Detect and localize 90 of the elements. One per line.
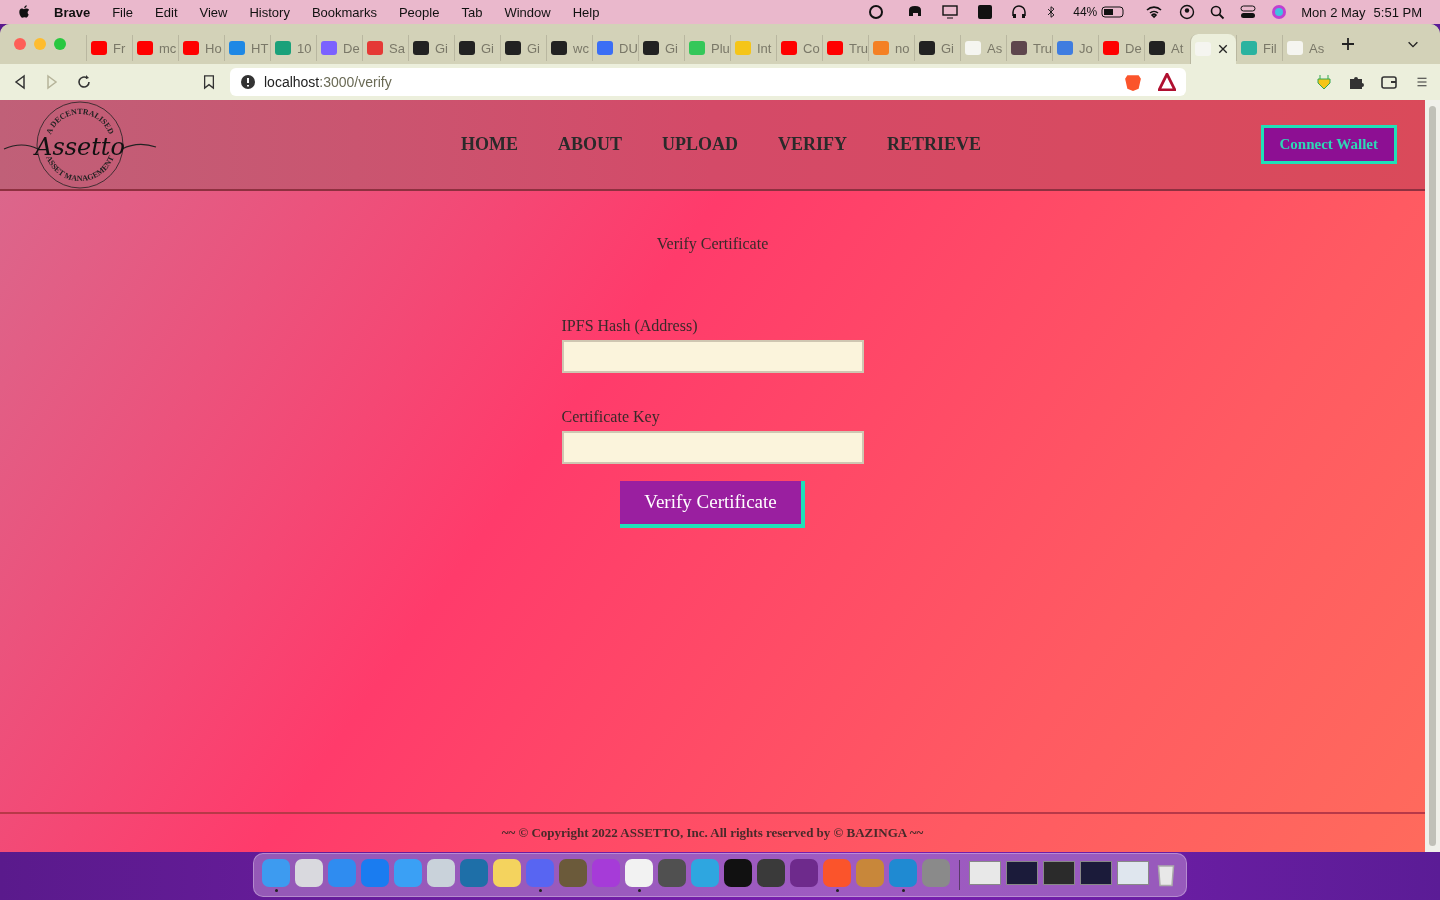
browser-tab[interactable]: Ho [178, 35, 224, 61]
browser-tab[interactable]: Tru [1006, 35, 1052, 61]
nav-link[interactable]: ABOUT [558, 134, 622, 155]
triangle-icon [1158, 73, 1176, 91]
control-center-icon [1239, 4, 1258, 20]
wallet-icon [1380, 74, 1398, 90]
connect-wallet-button[interactable]: Connect Wallet [1260, 125, 1397, 164]
browser-tab[interactable]: De [316, 35, 362, 61]
menu-item[interactable]: View [199, 4, 228, 20]
forward-icon [44, 74, 60, 90]
siri-icon [1271, 4, 1288, 20]
browser-tab[interactable]: Gi [914, 35, 960, 61]
nav-link[interactable]: VERIFY [778, 134, 848, 155]
puzzle-icon [1348, 74, 1364, 90]
browser-tab[interactable]: Fil [1236, 35, 1282, 61]
menu-bar-date: Mon 2 May [1301, 4, 1366, 20]
copyright-text: ~~ © Copyright 2022 ASSETTO, Inc. All rights reserved by © BAZINGA ~~ [501, 825, 924, 841]
browser-tab[interactable]: At [1144, 35, 1190, 61]
window-thumbnail[interactable] [1043, 860, 1075, 885]
menu-item[interactable]: Edit [155, 4, 178, 20]
browser-tab[interactable]: De [1098, 35, 1144, 61]
minimize-window-button[interactable] [34, 38, 46, 50]
window-thumbnail[interactable] [1006, 860, 1038, 885]
menu-item[interactable]: People [398, 4, 440, 20]
address-bar[interactable]: localhost:3000/verify [230, 68, 1186, 96]
close-window-button[interactable] [14, 38, 26, 50]
verify-certificate-button[interactable]: Verify Certificate [620, 481, 805, 528]
browser-tab[interactable]: Co [776, 35, 822, 61]
menu-item[interactable]: Bookmarks [311, 4, 377, 20]
field-label: IPFS Hash (Address) [561, 317, 699, 335]
browser-tab[interactable]: Sa [362, 35, 408, 61]
browser-tab[interactable]: Jo [1052, 35, 1098, 61]
menu-item[interactable]: History [249, 4, 290, 20]
browser-tab[interactable]: Gi [638, 35, 684, 61]
headphones-icon [1011, 4, 1028, 20]
browser-tab[interactable] [1190, 34, 1236, 64]
window-thumbnail[interactable] [1117, 860, 1149, 885]
user-icon [1179, 4, 1196, 20]
field-label: Certificate Key [561, 408, 661, 426]
menu-item[interactable]: Help [572, 4, 600, 20]
browser-tab[interactable]: mc [132, 35, 178, 61]
browser-tab[interactable]: DU [592, 35, 638, 61]
app-icon[interactable] [625, 858, 653, 887]
menu-bar-time: 5:51 PM [1373, 4, 1422, 20]
plug-icon [1316, 74, 1332, 90]
browser-tab[interactable]: Fr [86, 35, 132, 61]
menu-item[interactable]: Window [504, 4, 551, 20]
bookmark-icon [202, 74, 216, 90]
app-icon[interactable] [493, 858, 521, 887]
browser-tab[interactable]: Plu [684, 35, 730, 61]
input-field[interactable] [561, 340, 864, 373]
app-icon[interactable] [427, 858, 455, 887]
nav-link[interactable]: HOME [461, 134, 518, 155]
plus-icon [1340, 36, 1356, 52]
back-icon [12, 74, 28, 90]
browser-tab[interactable]: Gi [454, 35, 500, 61]
browser-tab[interactable]: wc [546, 35, 592, 61]
apple-icon [18, 4, 32, 20]
menu-item[interactable]: File [112, 4, 134, 20]
scrollbar-thumb[interactable] [1429, 106, 1436, 846]
app-icon[interactable] [790, 858, 818, 887]
battery-percentage: 44% [1073, 5, 1098, 19]
input-field[interactable] [561, 431, 864, 464]
nav-link[interactable]: RETRIEVE [887, 134, 982, 155]
display-icon [941, 4, 960, 20]
browser-tab[interactable]: As [960, 35, 1006, 61]
menu-item[interactable]: Tab [461, 4, 483, 20]
search-icon [1209, 4, 1226, 20]
app-icon[interactable] [757, 858, 785, 887]
browser-tab[interactable]: Tru [822, 35, 868, 61]
warning-icon [240, 74, 256, 90]
app-menu[interactable]: Brave [54, 4, 91, 20]
browser-tab[interactable]: 10 [270, 35, 316, 61]
browser-tab[interactable]: Int [730, 35, 776, 61]
browser-tab[interactable]: Gi [500, 35, 546, 61]
browser-tab[interactable]: As [1282, 35, 1328, 61]
reload-icon [76, 74, 92, 90]
window-thumbnail[interactable] [1080, 860, 1112, 885]
browser-tab[interactable]: Gi [408, 35, 454, 61]
page-title: Verify Certificate [656, 235, 769, 253]
app-icon[interactable] [658, 858, 686, 887]
app-icon[interactable] [295, 858, 323, 887]
zoom-window-button[interactable] [54, 38, 66, 50]
window-thumbnail[interactable] [969, 860, 1001, 885]
close-icon [1217, 43, 1229, 55]
wifi-icon [1145, 4, 1164, 20]
app-icon[interactable] [724, 858, 752, 887]
browser-tab[interactable]: no [868, 35, 914, 61]
browser-tab[interactable]: HT [224, 35, 270, 61]
nav-link[interactable]: UPLOAD [662, 134, 738, 155]
